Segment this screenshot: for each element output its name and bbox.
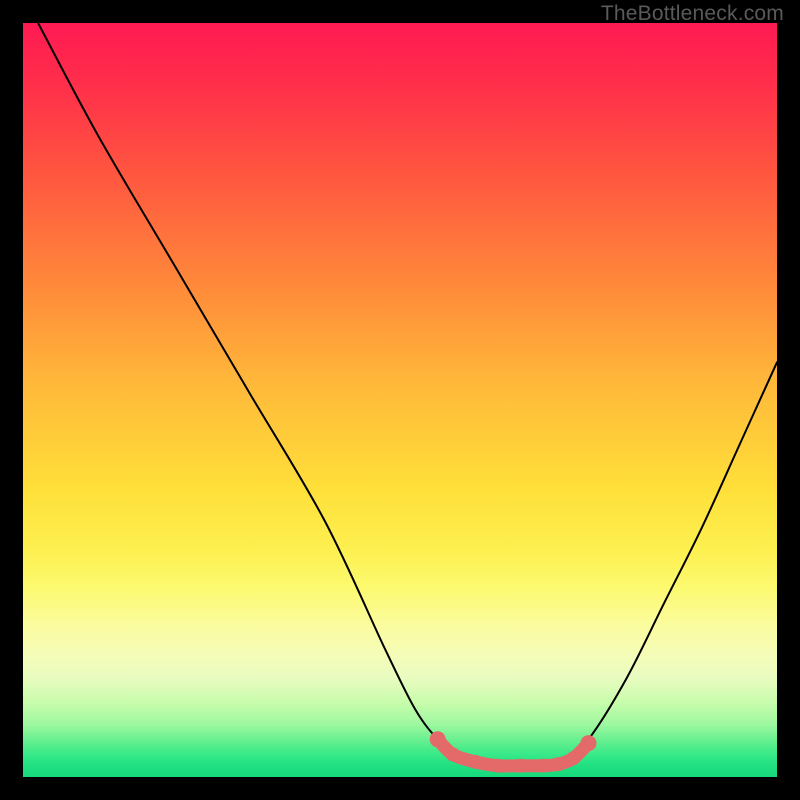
highlight-marker-dot [536, 759, 550, 773]
chart-svg [23, 23, 777, 777]
highlight-band-markers [430, 731, 597, 772]
chart-frame: TheBottleneck.com [0, 0, 800, 800]
highlight-marker-dot [581, 735, 597, 751]
bottleneck-curve [38, 23, 777, 766]
highlight-marker-dot [491, 759, 505, 773]
highlight-marker-dot [446, 747, 460, 761]
highlight-band-stroke [438, 739, 589, 766]
highlight-marker-dot [551, 757, 565, 771]
watermark-text: TheBottleneck.com [601, 2, 784, 26]
highlight-marker-dot [430, 731, 446, 747]
highlight-marker-dot [566, 751, 580, 765]
highlight-marker-dot [514, 759, 528, 773]
highlight-marker-dot [468, 755, 482, 769]
